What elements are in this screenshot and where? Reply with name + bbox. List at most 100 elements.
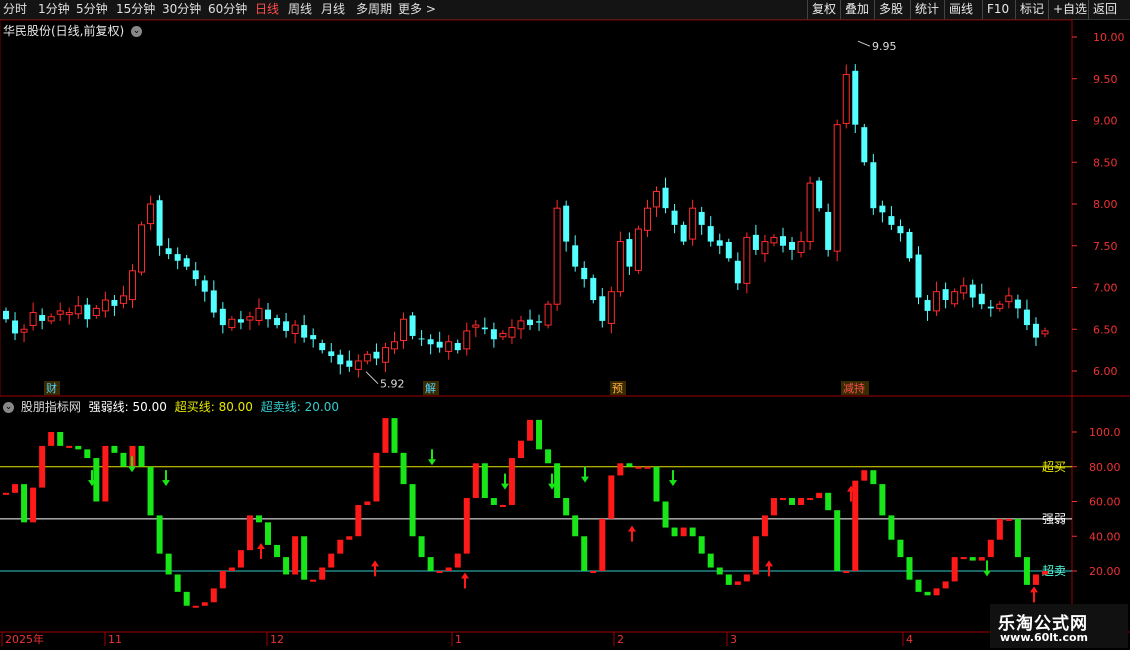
- indicator-bar: [174, 574, 181, 592]
- indicator-bar: [1014, 518, 1021, 558]
- candle-body: [996, 303, 1004, 309]
- indicator-bar: [996, 518, 1003, 540]
- indicator-bar: [30, 487, 37, 523]
- indicator-bar: [93, 458, 100, 502]
- indicator-bar: [84, 449, 91, 459]
- candle-body: [942, 289, 949, 301]
- candle-body: [228, 318, 236, 329]
- indicator-bar: [508, 458, 515, 505]
- candle-body: [174, 254, 181, 261]
- price-axis-label: 10.00: [1093, 31, 1125, 44]
- indicator-bar: [581, 536, 588, 571]
- indicator-bar: [454, 553, 461, 568]
- candle-body: [337, 354, 344, 365]
- indicator-name: 股朋指标网: [20, 400, 81, 414]
- indicator-bar: [572, 515, 579, 537]
- candle-body: [816, 180, 823, 209]
- candle-body: [237, 319, 244, 323]
- chart-canvas[interactable]: 10.00 9.50 9.00 8.50 8.00 7.50 7.00 6.50 6.00 9.9…: [0, 0, 1130, 650]
- price-axis-label: 8.00: [1093, 198, 1118, 211]
- candle-body: [906, 231, 913, 259]
- candle-body: [373, 351, 380, 359]
- indicator-bar: [1042, 571, 1048, 575]
- candle-body: [20, 328, 28, 333]
- indicator-bar: [798, 498, 805, 505]
- candle-body: [508, 327, 516, 338]
- candle-body: [544, 303, 552, 326]
- indicator-bar: [978, 557, 985, 561]
- indicator-bar: [301, 536, 308, 580]
- candle-body: [147, 203, 155, 225]
- indicator-bar: [138, 445, 145, 467]
- candle-body: [734, 260, 741, 284]
- candle-body: [833, 124, 841, 252]
- ind-axis-label: 80.00: [1089, 461, 1121, 474]
- indicator-bar: [960, 557, 967, 560]
- indicator-bar: [951, 557, 958, 582]
- indicator-bar: [590, 571, 597, 573]
- candle-body: [454, 343, 461, 351]
- chevron-down-icon[interactable]: ⌄: [3, 402, 14, 413]
- candle-body: [183, 258, 190, 267]
- candle-body: [381, 347, 389, 363]
- indicator-bar: [870, 470, 877, 485]
- strong-tag: 强弱: [1042, 512, 1066, 526]
- candle-body: [65, 312, 73, 316]
- candle-body: [897, 226, 904, 234]
- indicator-bar: [852, 480, 859, 571]
- candle-body: [29, 312, 37, 326]
- indicator-title: ⌄ 股朋指标网 强弱线: 50.00 超买线: 80.00 超卖线: 20.00: [3, 398, 339, 415]
- indicator-bar: [716, 567, 723, 575]
- candle-body: [156, 200, 163, 246]
- indicator-bar: [536, 419, 543, 450]
- candle-body: [84, 304, 91, 320]
- indicator-bar: [734, 581, 741, 585]
- candle-body: [517, 320, 525, 330]
- signal-arrow-head: [162, 480, 170, 487]
- indicator-bar: [969, 557, 976, 561]
- candle-body: [707, 226, 714, 242]
- oversell-line-label: 超卖线: 20.00: [260, 400, 339, 414]
- candle-body: [101, 299, 109, 312]
- indicator-bar: [274, 544, 281, 558]
- indicator-bar: [807, 498, 814, 501]
- signal-arrow-head: [501, 483, 509, 490]
- watermark-url: www.60lt.com: [1000, 631, 1089, 644]
- indicator-bar: [617, 463, 624, 476]
- indicator-bar: [373, 452, 380, 502]
- indicator-bar: [12, 484, 19, 493]
- candle-body: [400, 318, 408, 342]
- candle-body: [536, 321, 543, 323]
- low-pointer: [365, 371, 379, 385]
- candle-body: [499, 332, 507, 338]
- candle-body: [951, 291, 959, 305]
- candle-body: [1032, 323, 1039, 338]
- candle-body: [12, 320, 19, 334]
- candle-body: [607, 291, 615, 324]
- candle-body: [346, 360, 353, 367]
- overbuy-tag: 超买: [1042, 459, 1066, 474]
- indicator-bar: [843, 571, 850, 573]
- time-axis-label: 4: [906, 633, 913, 646]
- signal-arrow-head: [371, 560, 379, 567]
- time-axis-label: 1: [455, 633, 462, 646]
- indicator-bar: [915, 579, 922, 592]
- indicator-bar: [210, 588, 217, 603]
- candle-body: [933, 291, 941, 312]
- candle-body: [599, 296, 606, 321]
- indicator-bar: [355, 504, 362, 537]
- indicator-bar: [608, 475, 615, 519]
- indicator-bar: [825, 492, 832, 511]
- price-axis-label: 8.50: [1093, 156, 1118, 169]
- indicator-bar: [21, 484, 28, 523]
- candle-body: [56, 310, 64, 315]
- indicator-bar: [770, 498, 777, 516]
- ind-axis-label: 100.0: [1089, 426, 1121, 439]
- indicator-bar: [481, 463, 488, 499]
- indicator-bar: [752, 536, 759, 575]
- candle-body: [870, 162, 877, 209]
- candle-body: [92, 307, 100, 316]
- price-high-label: 9.95: [872, 40, 897, 53]
- indicator-bar: [228, 567, 235, 571]
- indicator-bar: [219, 571, 226, 589]
